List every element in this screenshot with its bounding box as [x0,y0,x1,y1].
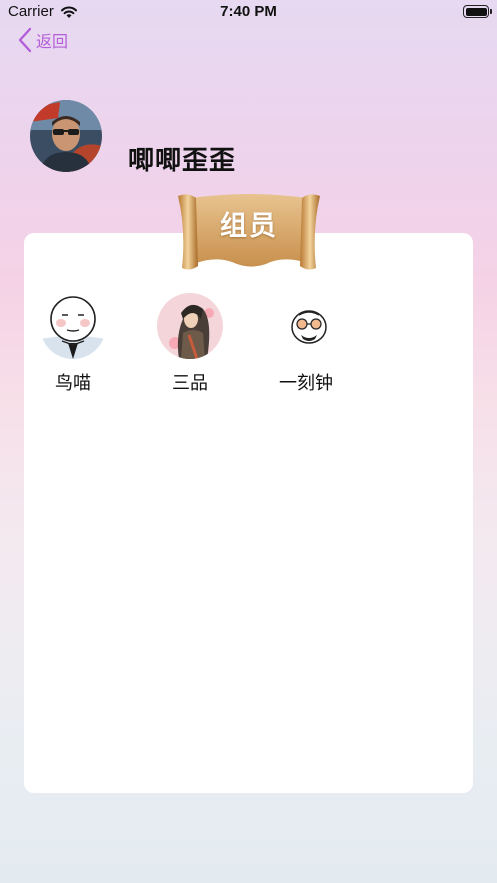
back-button[interactable]: 返回 [18,26,68,54]
member-item[interactable]: 三品 [150,293,230,395]
chevron-left-icon [18,27,32,53]
member-avatar [273,293,339,359]
member-item[interactable]: 鸟喵 [33,293,113,395]
battery-icon [463,5,492,18]
member-name: 一刻钟 [279,373,333,394]
members-title: 组员 [220,211,278,242]
status-bar: Carrier 7:40 PM [0,0,497,26]
back-label: 返回 [36,32,69,51]
member-name: 鸟喵 [55,373,91,394]
username: 唧唧歪歪 [128,146,237,176]
member-item[interactable]: 一刻钟 [266,293,346,395]
member-avatar [40,293,106,359]
user-avatar[interactable] [30,100,102,172]
members-title-banner: 组员 [174,190,324,276]
member-name: 三品 [172,373,208,394]
member-avatar [157,293,223,359]
clock: 7:40 PM [220,3,277,20]
